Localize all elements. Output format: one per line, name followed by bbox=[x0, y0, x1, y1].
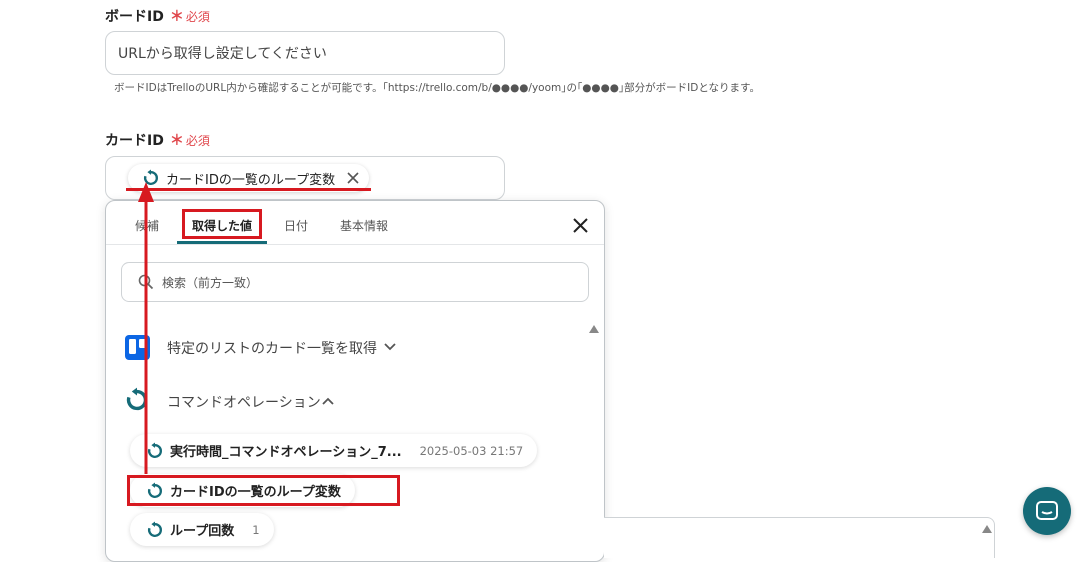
background-field bbox=[604, 517, 995, 558]
annotation-arrow bbox=[138, 182, 154, 474]
search-input[interactable]: 検索（前方一致） bbox=[121, 262, 589, 302]
group-title-trello[interactable]: 特定のリストのカード一覧を取得 bbox=[167, 338, 377, 358]
value-item-meta: 1 bbox=[252, 522, 260, 537]
tab-basic-info[interactable]: 基本情報 bbox=[340, 217, 388, 234]
card-id-label-text: カードID bbox=[105, 133, 164, 149]
board-id-hint: ボードIDはTrelloのURL内から確認することが可能です。｢https://… bbox=[114, 82, 760, 94]
board-id-input[interactable]: URLから取得し設定してください bbox=[105, 31, 505, 75]
chevron-down-icon[interactable] bbox=[384, 343, 396, 351]
required-mark: ＊ bbox=[169, 133, 184, 149]
close-icon[interactable] bbox=[573, 218, 588, 233]
board-id-label: ボードID ＊必須 bbox=[105, 6, 210, 26]
value-picker-panel: 候補 取得した値 日付 基本情報 検索（前方一致） 特定のリストのカード一覧を取… bbox=[105, 200, 605, 562]
required-mark: ＊ bbox=[169, 9, 184, 25]
value-item-meta: 2025-05-03 21:57 bbox=[419, 443, 524, 458]
annotation-box-item bbox=[127, 475, 400, 506]
loop-icon bbox=[147, 520, 162, 537]
group-title-command-operation[interactable]: コマンドオペレーション bbox=[167, 392, 321, 412]
scroll-up-icon[interactable] bbox=[589, 325, 599, 333]
chat-icon bbox=[1036, 501, 1058, 520]
chip-label: カードIDの一覧のループ変数 bbox=[166, 172, 336, 188]
scroll-up-icon[interactable] bbox=[982, 525, 992, 533]
board-id-placeholder: URLから取得し設定してください bbox=[118, 46, 327, 62]
search-placeholder: 検索（前方一致） bbox=[162, 275, 259, 290]
value-item-label: 実行時間_コマンドオペレーション_7... bbox=[170, 445, 402, 460]
card-id-label: カードID ＊必須 bbox=[105, 130, 210, 150]
chevron-up-icon[interactable] bbox=[322, 397, 334, 405]
required-text: 必須 bbox=[185, 10, 210, 24]
annotation-box-tab bbox=[182, 209, 262, 239]
value-item[interactable]: 実行時間_コマンドオペレーション_7... 2025-05-03 21:57 bbox=[130, 434, 538, 467]
value-item[interactable]: ループ回数 1 bbox=[130, 513, 274, 546]
tab-date[interactable]: 日付 bbox=[284, 217, 308, 234]
value-item-label: ループ回数 bbox=[170, 524, 235, 539]
chat-help-button[interactable] bbox=[1023, 487, 1071, 535]
board-id-label-text: ボードID bbox=[105, 9, 164, 25]
required-text: 必須 bbox=[185, 134, 210, 148]
annotation-underline bbox=[126, 188, 371, 191]
close-icon[interactable] bbox=[347, 172, 359, 184]
tab-divider bbox=[106, 244, 604, 245]
